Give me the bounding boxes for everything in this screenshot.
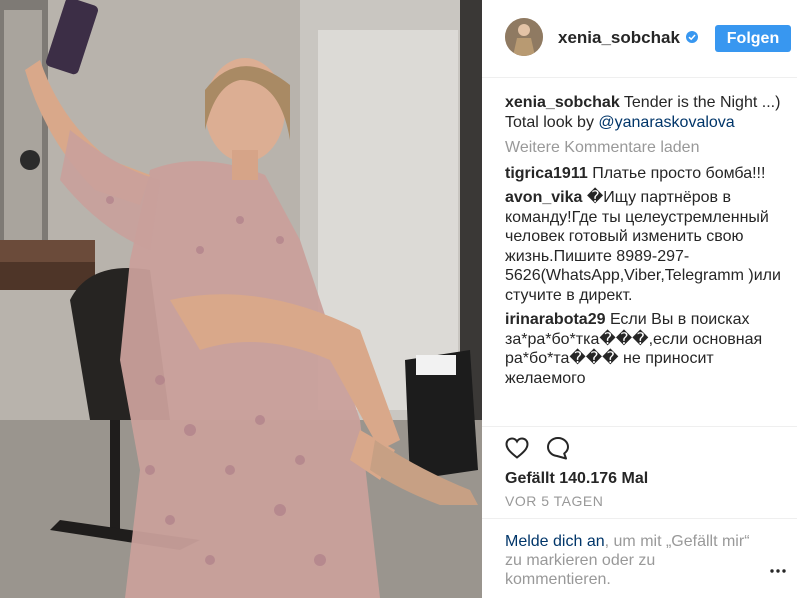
post-header: xenia_sobchak Folgen [482,0,797,78]
comments-list: xenia_sobchak Tender is the Night ...) T… [505,93,791,426]
comment-item: irinarabota29 Если Вы в поисках за*ра*бо… [505,310,791,388]
follow-button[interactable]: Folgen [715,25,791,52]
comment-username[interactable]: avon_vika [505,189,582,206]
verified-badge-icon [686,31,698,43]
heart-icon[interactable] [505,437,529,459]
post-time: VOR 5 TAGEN [505,493,604,509]
caption: xenia_sobchak Tender is the Night ...) T… [505,93,791,132]
avatar[interactable] [505,18,543,56]
login-link[interactable]: Melde dich an [505,533,605,550]
caption-mention[interactable]: @yanaraskovalova [598,114,734,131]
comment-username[interactable]: tigrica1911 [505,165,588,182]
login-prompt: Melde dich an, um mit „Gefällt mir“ zu m… [505,532,765,589]
comment-bubble-icon[interactable] [546,436,570,460]
post-sidebar: xenia_sobchak Folgen xenia_sobchak Tende… [482,0,797,598]
comment-item: avon_vika �Ищу партнёров в команду!Где т… [505,188,791,305]
comment-item: tigrica1911 Платье просто бомба!!! [505,164,791,184]
comment-text: Платье просто бомба!!! [592,164,766,182]
comment-username[interactable]: irinarabota29 [505,311,605,328]
header-username[interactable]: xenia_sobchak [558,28,680,48]
likes-count[interactable]: Gefällt 140.176 Mal [505,470,648,488]
caption-username[interactable]: xenia_sobchak [505,94,620,111]
login-footer: Melde dich an, um mit „Gefällt mir“ zu m… [482,518,797,599]
comment-text: �Ищу партнёров в команду!Где ты целеустр… [505,189,781,304]
load-more-comments-link[interactable]: Weitere Kommentare laden [505,138,791,158]
post-photo[interactable] [0,0,482,598]
actions-divider [482,426,797,428]
selfie-image [0,0,482,598]
more-options-icon[interactable] [770,569,786,573]
